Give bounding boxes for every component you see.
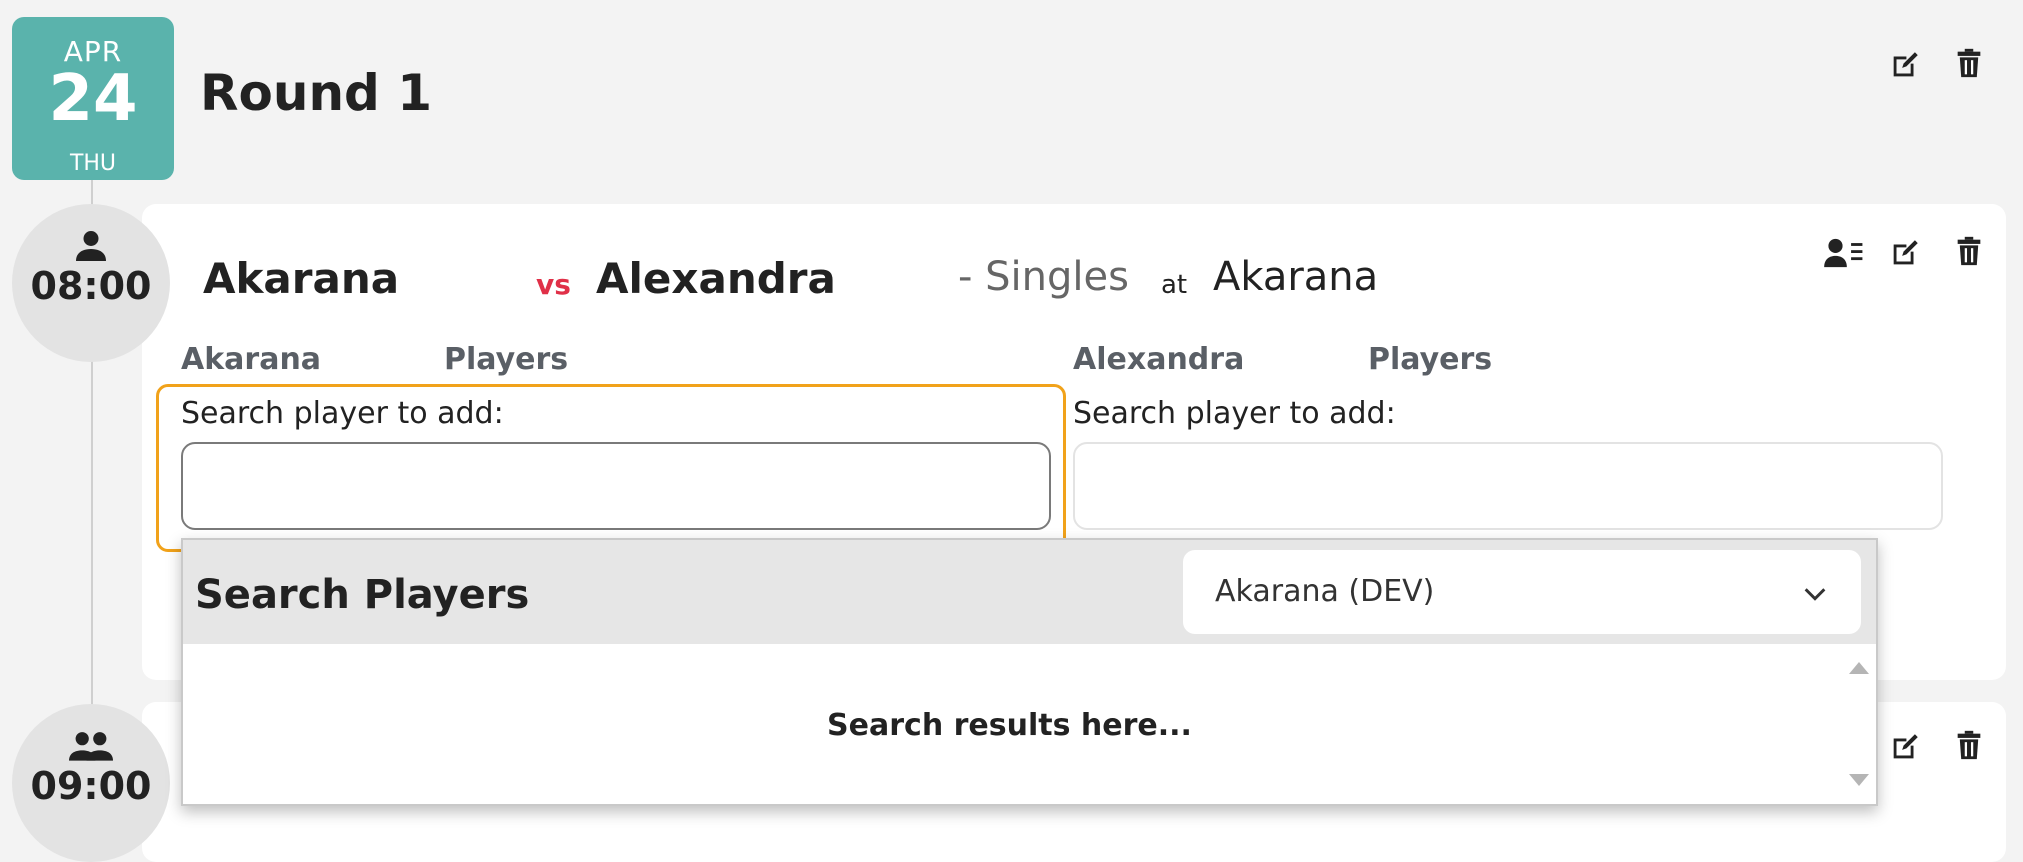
trash-icon[interactable] [1952, 46, 1986, 80]
match-time: 08:00 [30, 264, 152, 308]
chevron-down-icon [1801, 580, 1829, 608]
away-team: Alexandra [596, 254, 836, 303]
search-panel-header: Search Players Akarana (DEV) [183, 540, 1876, 644]
home-player-search-input[interactable] [181, 442, 1051, 530]
edit-icon[interactable] [1888, 730, 1922, 764]
away-players-heading: Players [1368, 342, 1493, 377]
edit-icon[interactable] [1888, 236, 1922, 270]
match-time: 09:00 [30, 764, 152, 808]
round-title: Round 1 [200, 64, 433, 122]
trash-icon[interactable] [1952, 728, 1986, 762]
away-players-team: Alexandra [1073, 342, 1245, 377]
home-players-team: Akarana [181, 342, 322, 377]
match-time-badge: 09:00 [12, 704, 170, 862]
match-time-badge: 08:00 [12, 204, 170, 362]
venue: Akarana [1213, 254, 1379, 300]
away-player-search-input[interactable] [1073, 442, 1943, 530]
search-players-panel: Search Players Akarana (DEV) Search resu… [181, 538, 1878, 806]
home-players-heading: Players [444, 342, 569, 377]
date-weekday: THU [69, 151, 117, 176]
search-results-placeholder: Search results here... [827, 708, 1192, 743]
away-search-label: Search player to add: [1073, 396, 1396, 431]
group-people-icon [69, 728, 113, 764]
single-person-icon [73, 228, 109, 264]
edit-icon[interactable] [1888, 48, 1922, 82]
organisation-select[interactable]: Akarana (DEV) [1183, 550, 1861, 634]
vs-label: vs [536, 268, 571, 301]
search-panel-title: Search Players [195, 572, 530, 618]
date-badge: APR 24 THU [12, 17, 174, 180]
results-scrollbar[interactable] [1838, 644, 1876, 804]
trash-icon[interactable] [1952, 234, 1986, 268]
scroll-up-arrow-icon[interactable] [1849, 662, 1869, 674]
player-list-icon[interactable] [1824, 236, 1864, 270]
scroll-down-arrow-icon[interactable] [1849, 774, 1869, 786]
organisation-select-value: Akarana (DEV) [1215, 574, 1435, 609]
home-team: Akarana [203, 254, 400, 303]
match-format: - Singles [958, 254, 1129, 300]
date-day: 24 [48, 62, 138, 136]
at-label: at [1161, 270, 1188, 300]
